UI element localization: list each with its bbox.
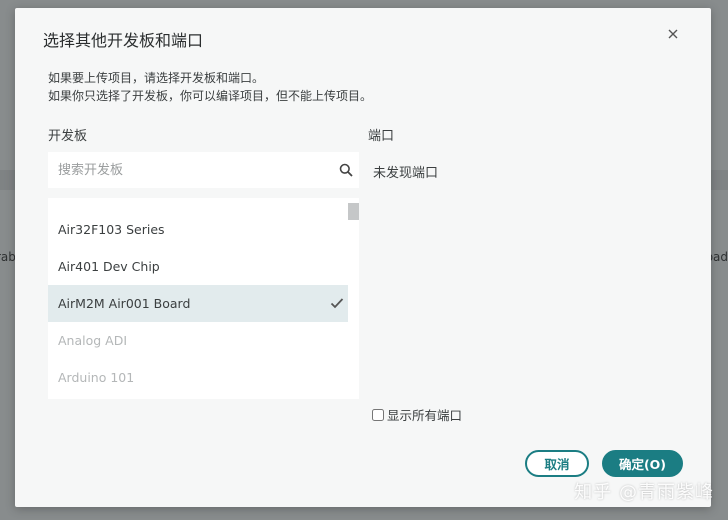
board-list-item-label: Analog ADI	[58, 333, 128, 348]
select-board-dialog: 选择其他开发板和端口 如果要上传项目，请选择开发板和端口。 如果你只选择了开发板…	[15, 8, 711, 507]
board-list-item[interactable]: AirM2M Air001 Board	[48, 285, 348, 322]
board-list-item: Analog ADI	[48, 322, 348, 359]
cancel-button[interactable]: 取消	[525, 450, 589, 477]
backdrop-left-text: rab	[0, 250, 16, 264]
checkmark-icon	[330, 298, 344, 309]
close-icon	[668, 29, 678, 39]
board-list-item-label: AirM2M Air001 Board	[58, 296, 191, 311]
port-section-label: 端口	[368, 129, 395, 144]
board-list-item-label: Arduino 101	[58, 370, 135, 385]
list-item-partial[interactable]: ...	[58, 198, 70, 201]
board-section-label: 开发板	[48, 129, 88, 144]
watermark: 知乎 @青雨紫峰	[574, 482, 714, 503]
board-list: ... Air32F103 Series Air401 Dev Chip AirM2…	[48, 198, 359, 399]
close-button[interactable]	[665, 26, 681, 42]
show-all-ports-checkbox[interactable]	[372, 408, 384, 421]
hint-line-1: 如果要上传项目，请选择开发板和端口。	[48, 71, 265, 85]
board-list-items: Air32F103 Series Air401 Dev Chip AirM2M Ai…	[48, 211, 348, 396]
hint-line-2: 如果你只选择了开发板，你可以编译项目，但不能上传项目。	[48, 89, 373, 103]
show-all-ports-label: 显示所有端口	[387, 408, 463, 423]
board-list-item-label: Air32F103 Series	[58, 222, 165, 237]
scrollbar-thumb[interactable]	[348, 203, 359, 220]
dialog-hint: 如果要上传项目，请选择开发板和端口。 如果你只选择了开发板，你可以编译项目，但不…	[48, 69, 372, 105]
board-list-scrollbar[interactable]	[348, 198, 359, 399]
dialog-title: 选择其他开发板和端口	[43, 31, 204, 50]
search-icon[interactable]	[339, 163, 353, 177]
board-list-item: Arduino 101	[48, 359, 348, 396]
no-ports-message: 未发现端口	[373, 166, 439, 181]
board-search-input[interactable]	[48, 152, 318, 188]
ok-button[interactable]: 确定(O)	[602, 450, 683, 477]
board-search-box	[48, 152, 359, 188]
board-list-item[interactable]: Air401 Dev Chip	[48, 248, 348, 285]
board-list-item[interactable]: Air32F103 Series	[48, 211, 348, 248]
board-list-item-label: Air401 Dev Chip	[58, 259, 160, 274]
show-all-ports-option[interactable]: 显示所有端口	[372, 405, 462, 424]
